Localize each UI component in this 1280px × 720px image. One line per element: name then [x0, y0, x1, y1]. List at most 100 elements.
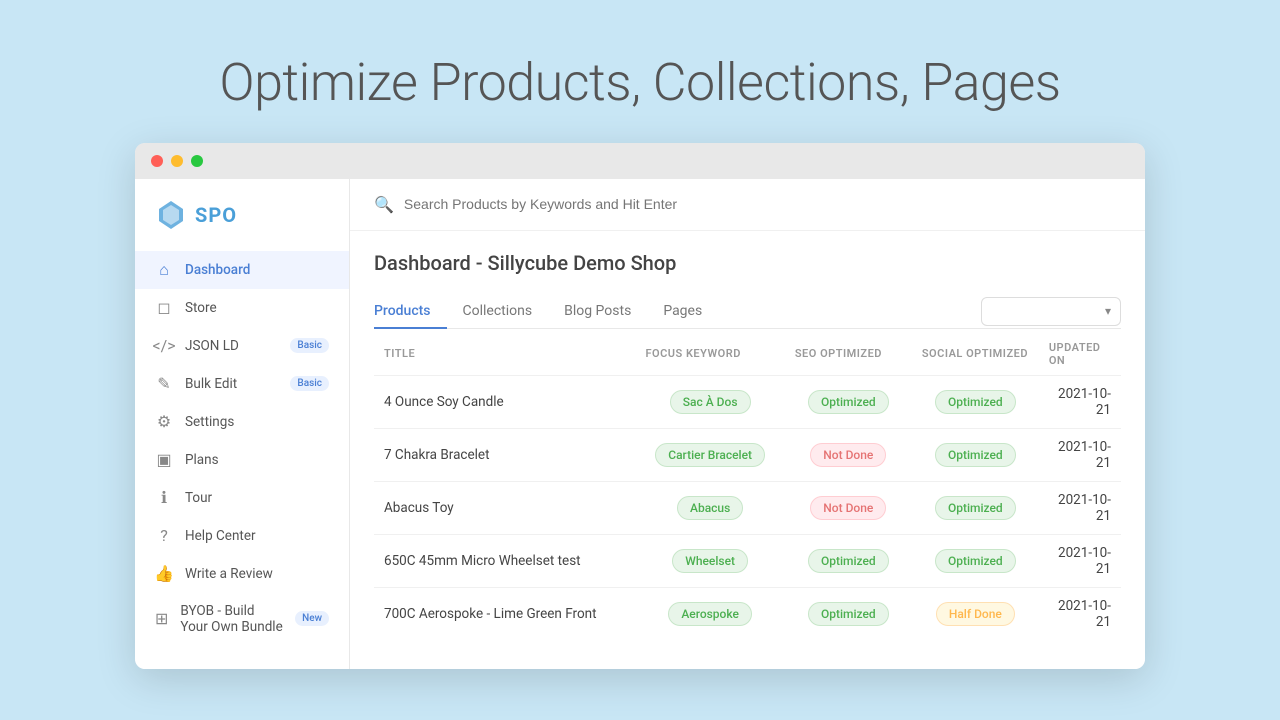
byob-icon: ⊞: [155, 610, 168, 628]
th-updated-on: UPDATED ON: [1039, 329, 1121, 376]
table-row[interactable]: Abacus Toy Abacus Not Done Optimized 2021-10…: [374, 481, 1121, 534]
sidebar-logo: SPO: [135, 199, 349, 251]
sidebar-item-store[interactable]: ◻ Store: [135, 289, 349, 327]
sidebar-item-help-center[interactable]: ? Help Center: [135, 517, 349, 555]
social-status-pill: Optimized: [935, 549, 1016, 573]
dashboard-title: Dashboard - Sillycube Demo Shop: [374, 251, 1121, 275]
table-cell-social: Optimized: [912, 534, 1039, 587]
sidebar-item-settings[interactable]: ⚙Settings: [135, 403, 349, 441]
table-cell-title: 700C Aerospoke - Lime Green Front: [374, 587, 635, 640]
sidebar-item-label-tour: Tour: [185, 490, 212, 506]
table-cell-social: Optimized: [912, 375, 1039, 428]
table-cell-title: 4 Ounce Soy Candle: [374, 375, 635, 428]
th-focus-keyword: FOCUS KEYWORD: [635, 329, 784, 376]
social-status-pill: Optimized: [935, 443, 1016, 467]
search-input[interactable]: [404, 196, 1121, 212]
seo-status-pill: Not Done: [810, 443, 886, 467]
sidebar-item-label-store: Store: [185, 300, 217, 316]
table-cell-title: 7 Chakra Bracelet: [374, 428, 635, 481]
seo-status-pill: Optimized: [808, 390, 889, 414]
table-cell-keyword: Cartier Bracelet: [635, 428, 784, 481]
browser-dot-minimize[interactable]: [171, 155, 183, 167]
sidebar-item-label-help-center: Help Center: [185, 528, 256, 544]
table-cell-title: Abacus Toy: [374, 481, 635, 534]
page-heading: Optimize Products, Collections, Pages: [219, 52, 1060, 113]
main-content: 🔍 Dashboard - Sillycube Demo Shop Produc…: [350, 179, 1145, 669]
filter-wrapper: ▾: [981, 297, 1121, 326]
json-ld-icon: </>: [155, 337, 173, 355]
tab-pages[interactable]: Pages: [647, 295, 718, 329]
browser-content: SPO ⌂ Dashboard ◻ Store </> JSON LD Basic ✎ Bulk…: [135, 179, 1145, 669]
badge-json-ld: Basic: [290, 338, 329, 353]
search-icon: 🔍: [374, 195, 394, 214]
browser-window: SPO ⌂ Dashboard ◻ Store </> JSON LD Basic ✎ Bulk…: [135, 143, 1145, 669]
table-row[interactable]: 4 Ounce Soy CandleSac À Dos Optimized Opti…: [374, 375, 1121, 428]
table-cell-keyword: Wheelset: [635, 534, 784, 587]
tab-blog-posts[interactable]: Blog Posts: [548, 295, 647, 329]
sidebar-item-plans[interactable]: ▣ Plans: [135, 441, 349, 479]
th-social-optimized: SOCIAL OPTIMIZED: [912, 329, 1039, 376]
table-cell-seo: Not Done: [785, 481, 912, 534]
th-title: TITLE: [374, 329, 635, 376]
sidebar-item-byob[interactable]: ⊞ BYOB - Build Your Own Bundle New: [135, 593, 349, 645]
seo-status-pill: Optimized: [808, 602, 889, 626]
plans-icon: ▣: [155, 451, 173, 469]
table-cell-keyword: Sac À Dos: [635, 375, 784, 428]
table-row[interactable]: 650C 45mm Micro Wheelset testWheelset Opt…: [374, 534, 1121, 587]
table-cell-updated: 2021-10-21: [1039, 481, 1121, 534]
table-cell-social: Optimized: [912, 428, 1039, 481]
filter-select[interactable]: [981, 297, 1121, 326]
bulk-edit-icon: ✎: [155, 375, 173, 393]
sidebar-item-bulk-edit[interactable]: ✎ Bulk Edit Basic: [135, 365, 349, 403]
tour-icon: ℹ: [155, 489, 173, 507]
table-cell-title: 650C 45mm Micro Wheelset test: [374, 534, 635, 587]
browser-dot-close[interactable]: [151, 155, 163, 167]
sidebar-item-label-plans: Plans: [185, 452, 219, 468]
products-table: TITLE FOCUS KEYWORD SEO OPTIMIZED SOCIAL…: [374, 329, 1121, 640]
sidebar-item-json-ld[interactable]: </> JSON LD Basic: [135, 327, 349, 365]
table-cell-social: Optimized: [912, 481, 1039, 534]
sidebar-item-tour[interactable]: ℹ Tour: [135, 479, 349, 517]
badge-bulk-edit: Basic: [290, 376, 329, 391]
sidebar-item-label-json-ld: JSON LD: [185, 338, 239, 354]
sidebar-item-write-review[interactable]: 👍Write a Review: [135, 555, 349, 593]
help-center-icon: ?: [155, 527, 173, 545]
table-cell-seo: Optimized: [785, 534, 912, 587]
th-seo-optimized: SEO OPTIMIZED: [785, 329, 912, 376]
seo-status-pill: Not Done: [810, 496, 886, 520]
keyword-pill: Cartier Bracelet: [655, 443, 765, 467]
social-status-pill: Optimized: [935, 496, 1016, 520]
search-bar: 🔍: [350, 179, 1145, 231]
table-cell-seo: Optimized: [785, 375, 912, 428]
table-cell-updated: 2021-10-21: [1039, 534, 1121, 587]
dashboard-icon: ⌂: [155, 261, 173, 279]
table-cell-keyword: Abacus: [635, 481, 784, 534]
sidebar-item-label-byob: BYOB - Build Your Own Bundle: [180, 603, 283, 635]
sidebar: SPO ⌂ Dashboard ◻ Store </> JSON LD Basic ✎ Bulk…: [135, 179, 350, 669]
browser-dot-maximize[interactable]: [191, 155, 203, 167]
spo-logo-icon: [155, 199, 187, 231]
table-row[interactable]: 7 Chakra Bracelet Cartier Bracelet Not Don…: [374, 428, 1121, 481]
sidebar-item-label-dashboard: Dashboard: [185, 262, 250, 278]
social-status-pill: Half Done: [936, 602, 1015, 626]
social-status-pill: Optimized: [935, 390, 1016, 414]
table-cell-updated: 2021-10-21: [1039, 587, 1121, 640]
table-cell-keyword: Aerospoke: [635, 587, 784, 640]
content-area: Dashboard - Sillycube Demo Shop Products…: [350, 231, 1145, 669]
tab-products[interactable]: Products: [374, 295, 447, 329]
table-cell-social: Half Done: [912, 587, 1039, 640]
store-icon: ◻: [155, 299, 173, 317]
sidebar-logo-text: SPO: [195, 203, 237, 227]
keyword-pill: Abacus: [677, 496, 743, 520]
table-row[interactable]: 700C Aerospoke - Lime Green FrontAerospo…: [374, 587, 1121, 640]
sidebar-item-label-bulk-edit: Bulk Edit: [185, 376, 237, 392]
tab-collections[interactable]: Collections: [447, 295, 549, 329]
sidebar-item-dashboard[interactable]: ⌂ Dashboard: [135, 251, 349, 289]
tabs-row: ProductsCollectionsBlog PostsPages ▾: [374, 295, 1121, 329]
settings-icon: ⚙: [155, 413, 173, 431]
table-cell-updated: 2021-10-21: [1039, 375, 1121, 428]
seo-status-pill: Optimized: [808, 549, 889, 573]
write-review-icon: 👍: [155, 565, 173, 583]
badge-byob: New: [295, 611, 329, 626]
table-cell-seo: Not Done: [785, 428, 912, 481]
